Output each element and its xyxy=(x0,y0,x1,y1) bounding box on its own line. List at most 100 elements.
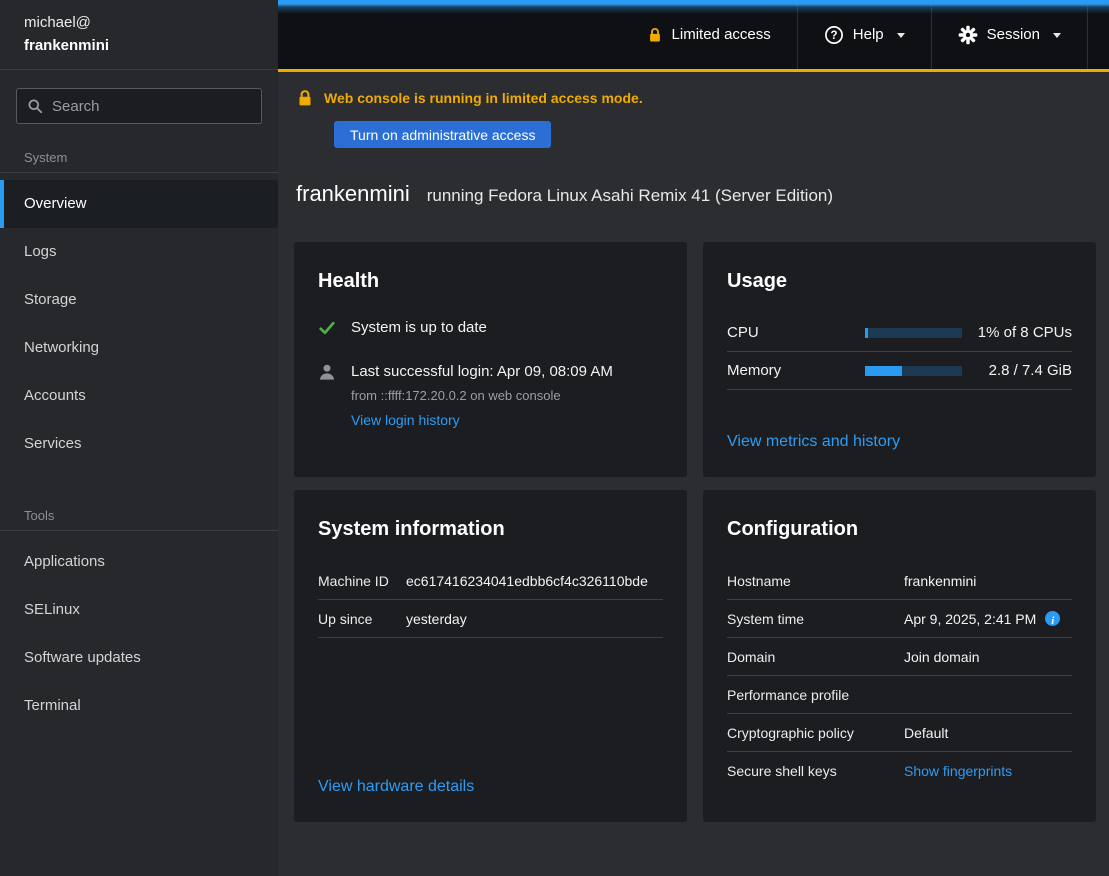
progress-bar-fill xyxy=(865,366,902,376)
nav-section-label: Tools xyxy=(0,468,278,530)
configuration-table: Hostnamefrankenmini System timeApr 9, 202… xyxy=(727,562,1072,790)
sidebar-user-header: michael@ frankenmini xyxy=(0,0,278,70)
sidebar-item-services[interactable]: Services xyxy=(0,420,278,468)
sidebar-search-wrap xyxy=(0,70,278,124)
sidebar-item-accounts[interactable]: Accounts xyxy=(0,372,278,420)
last-login-row: Last successful login: Apr 09, 08:09 AM … xyxy=(318,362,663,430)
row-value: Join domain xyxy=(904,649,1072,665)
system-information-card: System information Machine IDec617416234… xyxy=(294,490,687,822)
row-value: Show fingerprints xyxy=(904,763,1072,779)
row-label: Cryptographic policy xyxy=(727,725,904,741)
nav-section-label: System xyxy=(0,124,278,172)
progress-bar-fill xyxy=(865,328,868,338)
show-fingerprints-link[interactable]: Show fingerprints xyxy=(904,763,1012,779)
row-label: Up since xyxy=(318,611,406,627)
usage-metric-value: 1% of 8 CPUs xyxy=(962,324,1072,341)
sidebar-item-logs[interactable]: Logs xyxy=(0,228,278,276)
turn-on-admin-access-button[interactable]: Turn on administrative access xyxy=(334,121,551,148)
help-icon: ? xyxy=(824,25,844,45)
usage-table: CPU 1% of 8 CPUs Memory2.8 / 7.4 GiB xyxy=(727,314,1072,390)
sidebar-item-software-updates[interactable]: Software updates xyxy=(0,634,278,682)
sidebar-item-applications[interactable]: Applications xyxy=(0,538,278,586)
help-label: Help xyxy=(853,26,884,43)
nav-items: OverviewLogsStorageNetworkingAccountsSer… xyxy=(0,173,278,468)
last-login-text: Last successful login: Apr 09, 08:09 AM xyxy=(351,362,613,382)
row-value: Default xyxy=(904,725,1072,741)
table-row-cryptographic-policy: Cryptographic policyDefault xyxy=(727,714,1072,752)
nav-section-system: SystemOverviewLogsStorageNetworkingAccou… xyxy=(0,124,278,468)
update-status-text: System is up to date xyxy=(351,318,487,338)
configuration-card: Configuration Hostnamefrankenmini System … xyxy=(703,490,1096,822)
sidebar-item-storage[interactable]: Storage xyxy=(0,276,278,324)
row-value: Apr 9, 2025, 2:41 PM xyxy=(904,611,1072,627)
row-label: Performance profile xyxy=(727,687,904,703)
progress-bar xyxy=(865,366,962,376)
row-value: yesterday xyxy=(406,611,663,627)
overview-page: Web console is running in limited access… xyxy=(278,72,1109,876)
row-value: ec617416234041edbb6cf4c326110bde xyxy=(406,573,663,589)
update-status-row: System is up to date xyxy=(318,318,663,338)
lock-icon xyxy=(647,27,663,43)
info-icon[interactable] xyxy=(1045,611,1060,626)
view-login-history-link[interactable]: View login history xyxy=(351,412,460,428)
session-menu-button[interactable]: Session xyxy=(932,0,1087,69)
system-information-title: System information xyxy=(318,516,663,542)
health-card-title: Health xyxy=(318,268,663,294)
table-row-secure-shell-keys: Secure shell keysShow fingerprints xyxy=(727,752,1072,790)
user-icon xyxy=(318,363,336,381)
table-row-machine-id: Machine IDec617416234041edbb6cf4c326110b… xyxy=(318,562,663,600)
sidebar-username: michael@ xyxy=(24,11,254,34)
view-hardware-details-link[interactable]: View hardware details xyxy=(318,778,663,796)
search-box[interactable] xyxy=(16,88,262,124)
help-menu-button[interactable]: ? Help xyxy=(798,0,931,69)
main-column: Limited access ? Help xyxy=(278,0,1109,876)
limited-access-button[interactable]: Limited access xyxy=(621,0,797,69)
page-title: frankenmini running Fedora Linux Asahi R… xyxy=(296,180,1096,208)
limited-access-label: Limited access xyxy=(672,26,771,43)
cards-grid: Health System is up to date Las xyxy=(294,242,1096,822)
last-login-detail: from ::ffff:172.20.0.2 on web console xyxy=(351,388,613,403)
chevron-down-icon xyxy=(1053,33,1061,38)
sidebar-item-terminal[interactable]: Terminal xyxy=(0,682,278,730)
table-row-domain: DomainJoin domain xyxy=(727,638,1072,676)
row-value-text: Apr 9, 2025, 2:41 PM xyxy=(904,611,1036,627)
search-icon xyxy=(27,98,43,114)
nav-section-tools: Tools ApplicationsSELinuxSoftware updates… xyxy=(0,468,278,730)
system-information-table: Machine IDec617416234041edbb6cf4c326110b… xyxy=(318,562,663,638)
search-input[interactable] xyxy=(52,98,251,115)
usage-card: Usage CPU 1% of 8 CPUs Memory2.8 / 7.4 GiB… xyxy=(703,242,1096,477)
banner-message: Web console is running in limited access… xyxy=(324,90,643,106)
gear-icon xyxy=(958,25,978,45)
table-row-system-time: System timeApr 9, 2025, 2:41 PM xyxy=(727,600,1072,638)
usage-card-title: Usage xyxy=(727,268,1072,294)
usage-row-cpu: CPU 1% of 8 CPUs xyxy=(727,314,1072,352)
session-label: Session xyxy=(987,26,1040,43)
row-label: Domain xyxy=(727,649,904,665)
chevron-down-icon xyxy=(897,33,905,38)
last-login-block: Last successful login: Apr 09, 08:09 AM … xyxy=(351,362,613,430)
view-metrics-link[interactable]: View metrics and history xyxy=(727,433,1072,451)
limited-access-banner: Web console is running in limited access… xyxy=(296,89,1096,107)
page-os-subtitle: running Fedora Linux Asahi Remix 41 (Ser… xyxy=(427,186,833,206)
row-label: Machine ID xyxy=(318,573,406,589)
lock-icon xyxy=(296,89,314,107)
row-value-text: Join domain xyxy=(904,649,980,665)
configuration-title: Configuration xyxy=(727,516,1072,542)
row-value-text: Default xyxy=(904,725,948,741)
usage-metric-label: Memory xyxy=(727,362,865,379)
sidebar-item-overview[interactable]: Overview xyxy=(0,180,278,228)
usage-row-memory: Memory2.8 / 7.4 GiB xyxy=(727,352,1072,390)
usage-metric-label: CPU xyxy=(727,324,865,341)
sidebar: michael@ frankenmini SystemOverviewLogsS… xyxy=(0,0,278,876)
row-label: Secure shell keys xyxy=(727,763,904,779)
sidebar-item-networking[interactable]: Networking xyxy=(0,324,278,372)
row-value-text: frankenmini xyxy=(904,573,976,589)
row-label: Hostname xyxy=(727,573,904,589)
table-row-up-since: Up sinceyesterday xyxy=(318,600,663,638)
cockpit-app: michael@ frankenmini SystemOverviewLogsS… xyxy=(0,0,1109,876)
table-row-performance-profile: Performance profile xyxy=(727,676,1072,714)
sidebar-item-selinux[interactable]: SELinux xyxy=(0,586,278,634)
row-value: frankenmini xyxy=(904,573,1072,589)
svg-text:?: ? xyxy=(830,30,837,42)
masthead-spacer xyxy=(1088,0,1109,69)
